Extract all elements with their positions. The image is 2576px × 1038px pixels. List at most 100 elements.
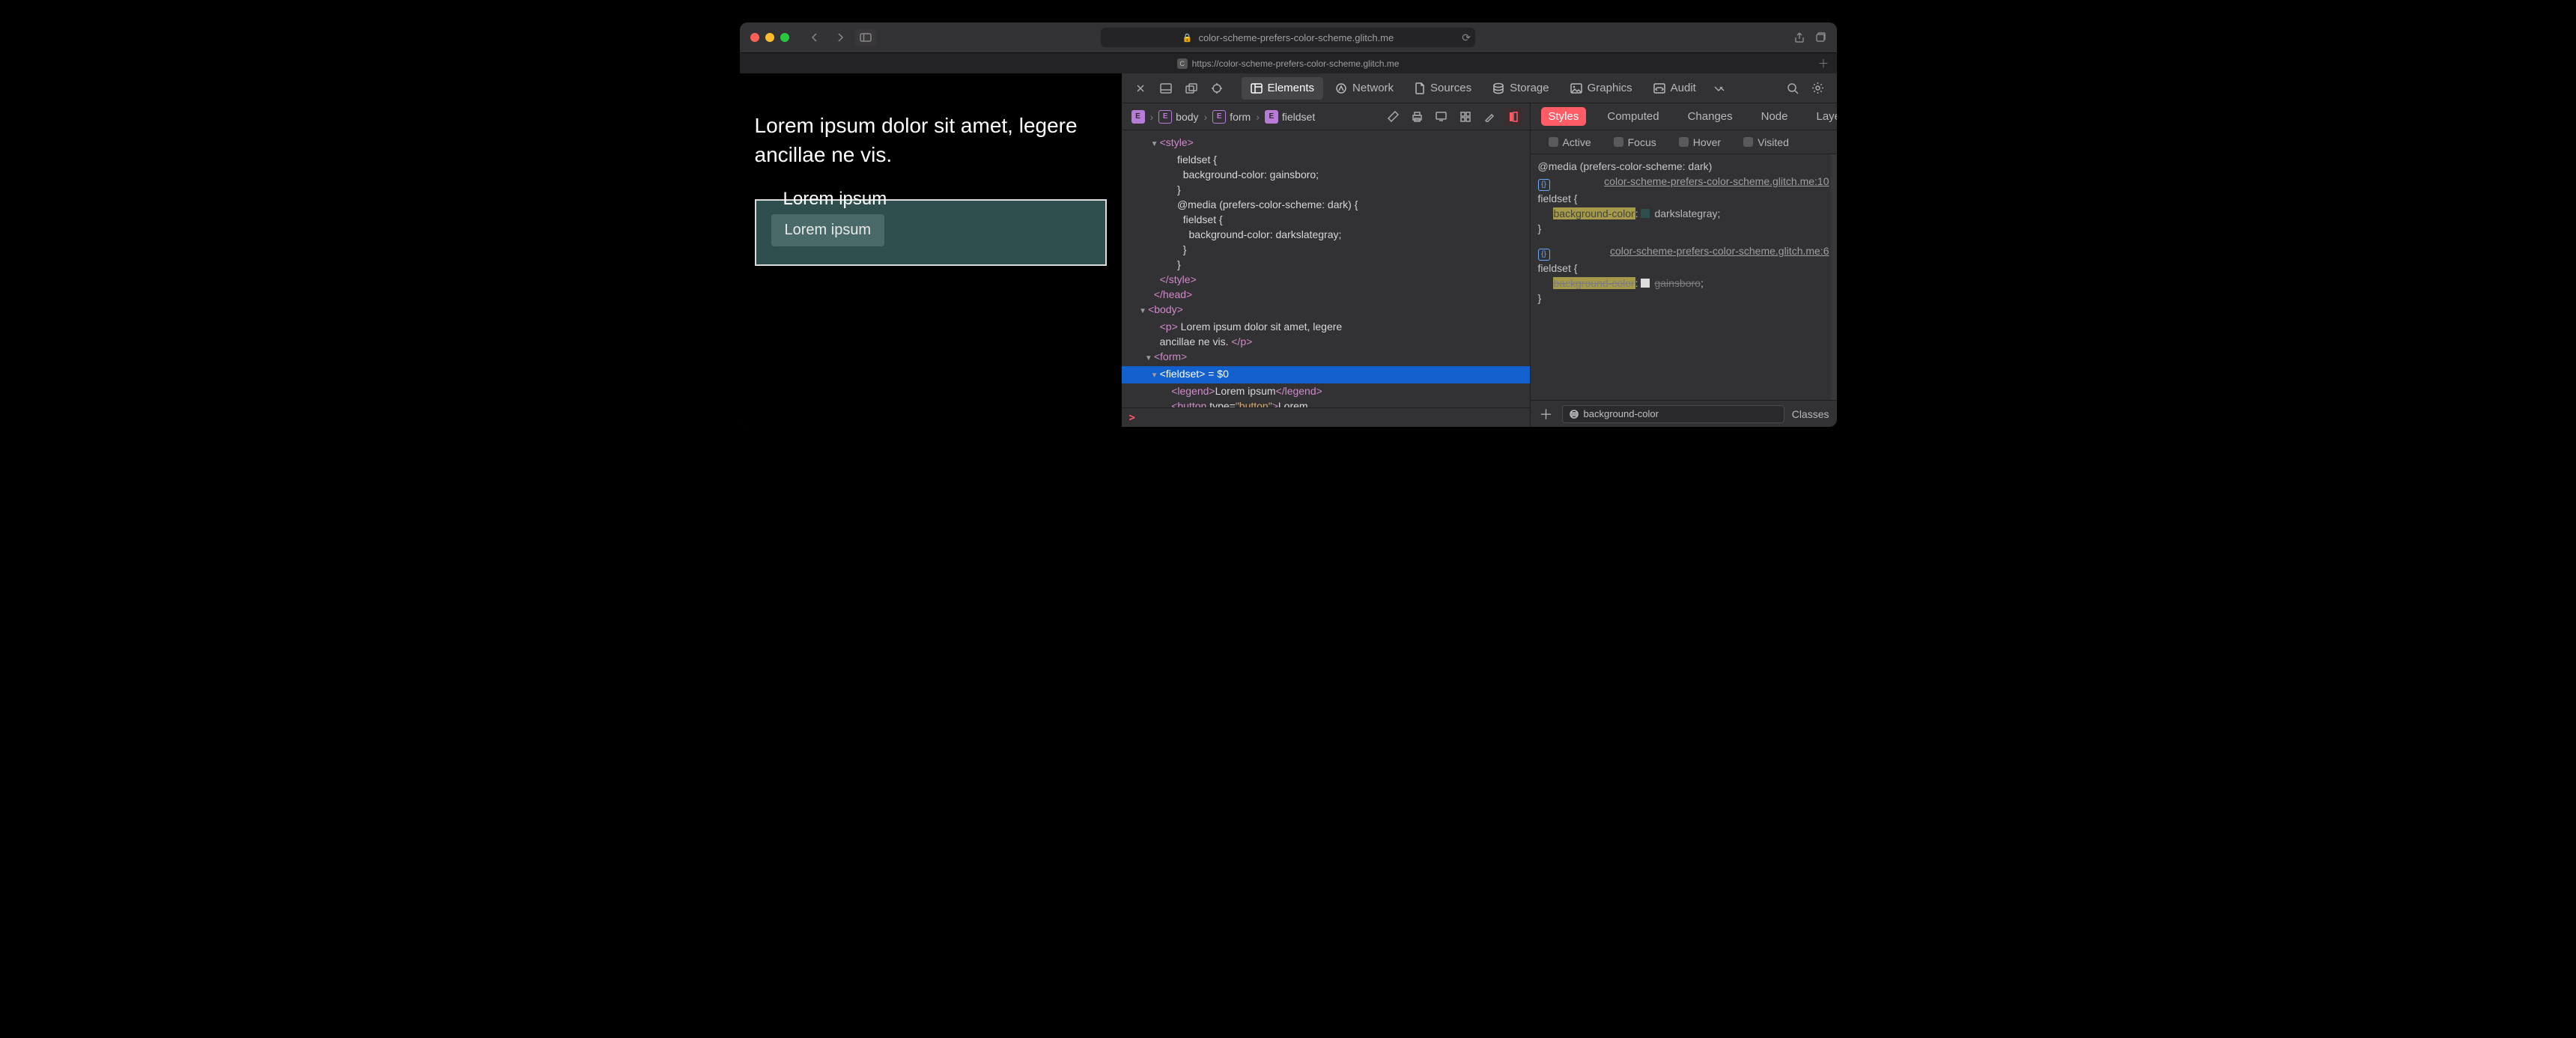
settings-gear-icon[interactable] xyxy=(1807,77,1829,100)
tree-row[interactable]: fieldset { xyxy=(1122,212,1530,227)
layout-highlight-icon[interactable] xyxy=(1504,108,1522,126)
elements-icon xyxy=(1251,83,1263,94)
close-window-button[interactable] xyxy=(750,33,759,42)
tree-row[interactable]: background-color: gainsboro; xyxy=(1122,167,1530,182)
page-button[interactable]: Lorem ipsum xyxy=(771,214,885,246)
lock-icon: 🔒 xyxy=(1182,33,1193,43)
dom-tree[interactable]: ▼<style> fieldset { background-color: ga… xyxy=(1122,130,1530,407)
breadcrumb-body[interactable]: Ebody xyxy=(1156,110,1200,124)
tab-url[interactable]: https://color-scheme-prefers-color-schem… xyxy=(1192,58,1400,69)
pseudo-visited[interactable]: Visited xyxy=(1743,136,1789,148)
zoom-window-button[interactable] xyxy=(780,33,789,42)
chevron-right-icon: › xyxy=(1149,111,1155,123)
tree-row[interactable]: <legend>Lorem ipsum</legend> xyxy=(1122,383,1530,398)
rule2-source-link[interactable]: color-scheme-prefers-color-scheme.glitch… xyxy=(1610,243,1829,258)
styles-tab-changes[interactable]: Changes xyxy=(1680,107,1740,126)
pseudo-focus[interactable]: Focus xyxy=(1614,136,1656,148)
tree-row[interactable]: ▼<form> xyxy=(1122,349,1530,366)
device-icon[interactable] xyxy=(1433,108,1450,126)
tab-network[interactable]: Network xyxy=(1326,77,1403,100)
tree-row[interactable]: ▼<body> xyxy=(1122,302,1530,319)
style-rules[interactable]: @media (prefers-color-scheme: dark) {}co… xyxy=(1531,154,1837,400)
rendered-page: Lorem ipsum dolor sit amet, legere ancil… xyxy=(740,73,1122,427)
dock-detach-icon[interactable] xyxy=(1180,77,1203,100)
search-icon[interactable] xyxy=(1781,77,1804,100)
tree-row[interactable]: } xyxy=(1122,242,1530,257)
rule1-selector: fieldset xyxy=(1538,192,1571,204)
tree-row[interactable]: <button type="button">Lorem xyxy=(1122,398,1530,407)
print-icon[interactable] xyxy=(1409,108,1427,126)
ruler-icon[interactable] xyxy=(1385,108,1403,126)
new-rule-button[interactable]: ＋ xyxy=(1538,406,1555,422)
tab-storage[interactable]: Storage xyxy=(1483,77,1558,100)
content-split: Lorem ipsum dolor sit amet, legere ancil… xyxy=(740,73,1837,427)
tree-row[interactable]: ▼<style> xyxy=(1122,135,1530,152)
pseudo-active[interactable]: Active xyxy=(1549,136,1591,148)
reload-button[interactable]: ⟳ xyxy=(1462,31,1471,44)
styles-pane: Styles Computed Changes Node Layers Acti… xyxy=(1531,103,1837,427)
share-icon[interactable] xyxy=(1793,31,1805,43)
breadcrumb-actions xyxy=(1385,108,1522,126)
tree-row[interactable]: } xyxy=(1122,182,1530,197)
chevron-right-icon: › xyxy=(1203,111,1209,123)
nav-button-group xyxy=(804,29,876,46)
traffic-lights xyxy=(740,33,789,42)
back-button[interactable] xyxy=(804,29,825,46)
tab-audit[interactable]: Audit xyxy=(1644,77,1705,100)
styles-tabbar: Styles Computed Changes Node Layers xyxy=(1531,103,1837,130)
rule2-prop-val[interactable]: gainsboro xyxy=(1641,277,1701,289)
tree-row[interactable]: </style> xyxy=(1122,272,1530,287)
pseudo-hover[interactable]: Hover xyxy=(1679,136,1721,148)
elements-pane: E › Ebody › Eform › Efieldset xyxy=(1122,103,1531,427)
overflow-tabs-icon[interactable] xyxy=(1708,77,1731,100)
tree-row[interactable]: @media (prefers-color-scheme: dark) { xyxy=(1122,197,1530,212)
browser-window: 🔒 color-scheme-prefers-color-scheme.glit… xyxy=(740,22,1837,427)
rule1-prop-name[interactable]: background-color xyxy=(1553,207,1635,219)
forward-button[interactable] xyxy=(830,29,851,46)
devtools-panel: Elements Network Sources Storage Graphic… xyxy=(1122,73,1837,427)
tree-row[interactable]: ancillae ne vis. </p> xyxy=(1122,334,1530,349)
breadcrumb-form[interactable]: Eform xyxy=(1210,110,1253,124)
rule1-source-link[interactable]: color-scheme-prefers-color-scheme.glitch… xyxy=(1604,174,1829,189)
styles-tab-styles[interactable]: Styles xyxy=(1541,107,1587,126)
rule-source-icon[interactable]: {} xyxy=(1538,179,1550,191)
styles-tab-node[interactable]: Node xyxy=(1754,107,1796,126)
tab-graphics[interactable]: Graphics xyxy=(1561,77,1641,100)
tree-row[interactable]: background-color: darkslategray; xyxy=(1122,227,1530,242)
tree-row[interactable]: </head> xyxy=(1122,287,1530,302)
tabs-overview-icon[interactable] xyxy=(1814,31,1826,43)
grid-icon[interactable] xyxy=(1456,108,1474,126)
tree-row[interactable]: fieldset { xyxy=(1122,152,1530,167)
paint-icon[interactable] xyxy=(1480,108,1498,126)
window-titlebar: 🔒 color-scheme-prefers-color-scheme.glit… xyxy=(740,22,1837,52)
classes-toggle[interactable]: Classes xyxy=(1792,408,1829,420)
minimize-window-button[interactable] xyxy=(765,33,774,42)
tab-elements[interactable]: Elements xyxy=(1242,77,1324,100)
rule1-prop-val[interactable]: darkslategray xyxy=(1641,207,1717,219)
address-bar[interactable]: 🔒 color-scheme-prefers-color-scheme.glit… xyxy=(1101,28,1475,47)
sidebar-toggle-button[interactable] xyxy=(855,29,876,46)
breadcrumb-root[interactable]: E xyxy=(1129,110,1147,124)
tree-row[interactable]: <p> Lorem ipsum dolor sit amet, legere xyxy=(1122,319,1530,334)
tree-row[interactable]: } xyxy=(1122,257,1530,272)
address-host: color-scheme-prefers-color-scheme.glitch… xyxy=(1198,32,1394,43)
console-strip[interactable]: > xyxy=(1122,407,1530,427)
page-fieldset: Lorem ipsum Lorem ipsum xyxy=(755,199,1107,266)
tree-row[interactable]: ▼<fieldset> = $0 xyxy=(1122,366,1530,383)
close-devtools-icon[interactable] xyxy=(1129,77,1152,100)
new-tab-button[interactable]: ＋ xyxy=(1817,55,1829,71)
tab-sources[interactable]: Sources xyxy=(1406,77,1480,100)
dock-bottom-icon[interactable] xyxy=(1155,77,1177,100)
styles-tab-layers[interactable]: Layers xyxy=(1808,107,1836,126)
filter-list-icon xyxy=(1569,410,1579,419)
devtools-toolbar: Elements Network Sources Storage Graphic… xyxy=(1122,73,1837,103)
styles-filter-input[interactable]: background-color xyxy=(1562,405,1784,423)
rule2-prop-name[interactable]: background-color xyxy=(1553,277,1635,289)
storage-icon xyxy=(1492,82,1504,94)
styles-tab-computed[interactable]: Computed xyxy=(1600,107,1666,126)
rule-source-icon[interactable]: {} xyxy=(1538,249,1550,261)
tab-favicon: C xyxy=(1177,58,1188,69)
inspect-element-icon[interactable] xyxy=(1206,77,1228,100)
breadcrumb-fieldset[interactable]: Efieldset xyxy=(1263,110,1317,124)
graphics-icon xyxy=(1570,83,1582,94)
